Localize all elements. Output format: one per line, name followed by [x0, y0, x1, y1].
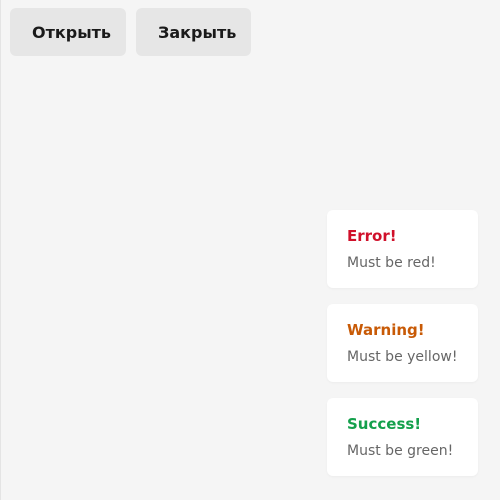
- toast-title: Warning!: [347, 321, 425, 339]
- toast-title: Success!: [347, 415, 422, 433]
- toast-container: Error! Must be red! Warning! Must be yel…: [327, 210, 478, 476]
- toast-message: Must be red!: [347, 255, 436, 271]
- toast-error[interactable]: Error! Must be red!: [327, 210, 478, 288]
- toast-title: Error!: [347, 227, 397, 245]
- toast-message: Must be yellow!: [347, 349, 458, 365]
- toast-message: Must be green!: [347, 443, 454, 459]
- close-button[interactable]: Закрыть: [136, 8, 251, 56]
- open-button[interactable]: Открыть: [10, 8, 126, 56]
- toast-success[interactable]: Success! Must be green!: [327, 398, 478, 476]
- toast-warning[interactable]: Warning! Must be yellow!: [327, 304, 478, 382]
- toolbar: Открыть Закрыть: [10, 8, 251, 56]
